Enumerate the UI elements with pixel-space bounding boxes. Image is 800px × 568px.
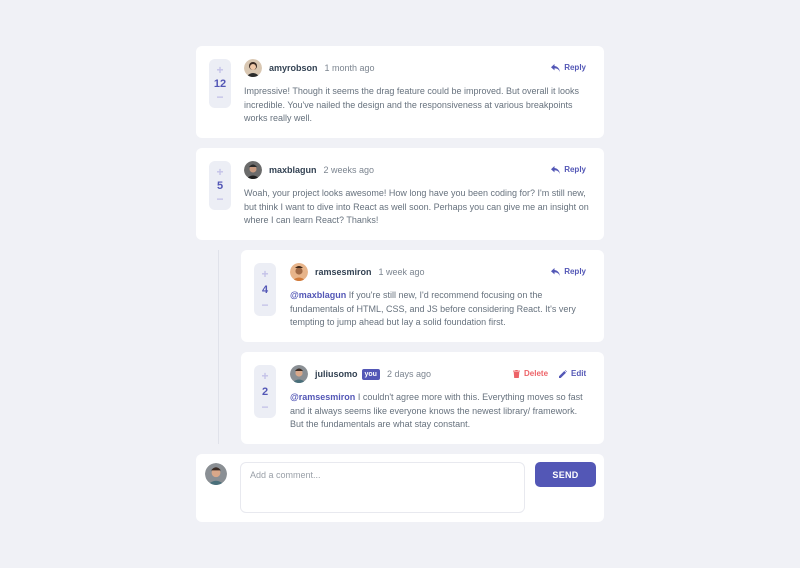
username[interactable]: juliusomo bbox=[315, 369, 358, 379]
reply-button[interactable]: Reply bbox=[551, 267, 586, 276]
reply-label: Reply bbox=[564, 63, 586, 72]
reply-card: + 4 − ramsesmiron 1 week ago Reply @maxb… bbox=[241, 250, 604, 342]
timestamp: 1 month ago bbox=[324, 63, 375, 73]
username[interactable]: maxblagun bbox=[269, 165, 317, 175]
vote-score: 12 bbox=[213, 77, 227, 90]
vote-score: 2 bbox=[261, 385, 269, 398]
comment-content: Impressive! Though it seems the drag fea… bbox=[244, 86, 580, 123]
delete-button[interactable]: Delete bbox=[513, 369, 548, 378]
vote-control: + 4 − bbox=[254, 263, 276, 316]
trash-icon bbox=[513, 369, 520, 378]
comment-text: @ramsesmiron I couldn't agree more with … bbox=[290, 391, 590, 432]
reply-label: Reply bbox=[564, 165, 586, 174]
upvote-button[interactable]: + bbox=[216, 166, 223, 178]
current-user-avatar bbox=[205, 463, 227, 485]
avatar bbox=[244, 161, 262, 179]
reply-button[interactable]: Reply bbox=[551, 63, 586, 72]
comment-card: + 5 − maxblagun 2 weeks ago Reply Woah, … bbox=[196, 148, 604, 240]
vote-control: + 12 − bbox=[209, 59, 231, 108]
mention-link[interactable]: @ramsesmiron bbox=[290, 392, 355, 402]
reply-label: Reply bbox=[564, 267, 586, 276]
reply-button[interactable]: Reply bbox=[551, 165, 586, 174]
mention-link[interactable]: @maxblagun bbox=[290, 290, 346, 300]
reply-icon bbox=[551, 267, 561, 276]
vote-control: + 2 − bbox=[254, 365, 276, 418]
downvote-button[interactable]: − bbox=[216, 91, 223, 103]
comment-header: amyrobson 1 month ago bbox=[244, 59, 375, 77]
vote-control: + 5 − bbox=[209, 161, 231, 210]
avatar bbox=[290, 263, 308, 281]
downvote-button[interactable]: − bbox=[261, 299, 268, 311]
vote-score: 4 bbox=[261, 283, 269, 296]
reply-card: + 2 − juliusomo you 2 days ago Delete Ed… bbox=[241, 352, 604, 444]
comment-text: Impressive! Though it seems the drag fea… bbox=[244, 85, 592, 126]
timestamp: 2 weeks ago bbox=[323, 165, 375, 175]
you-badge: you bbox=[361, 368, 380, 380]
username[interactable]: ramsesmiron bbox=[315, 267, 372, 277]
comment-header: juliusomo you 2 days ago bbox=[290, 365, 431, 383]
comment-text: Woah, your project looks awesome! How lo… bbox=[244, 187, 592, 228]
upvote-button[interactable]: + bbox=[216, 64, 223, 76]
comment-content: Woah, your project looks awesome! How lo… bbox=[244, 188, 589, 225]
send-button[interactable]: SEND bbox=[535, 462, 596, 487]
timestamp: 1 week ago bbox=[378, 267, 425, 277]
comment-header: maxblagun 2 weeks ago bbox=[244, 161, 374, 179]
vote-score: 5 bbox=[216, 179, 224, 192]
downvote-button[interactable]: − bbox=[261, 401, 268, 413]
avatar bbox=[244, 59, 262, 77]
pencil-icon bbox=[559, 369, 567, 378]
edit-button[interactable]: Edit bbox=[559, 369, 586, 378]
timestamp: 2 days ago bbox=[386, 369, 431, 379]
downvote-button[interactable]: − bbox=[216, 193, 223, 205]
edit-label: Edit bbox=[571, 369, 587, 378]
comment-header: ramsesmiron 1 week ago bbox=[290, 263, 425, 281]
reply-icon bbox=[551, 63, 561, 72]
reply-icon bbox=[551, 165, 561, 174]
reply-thread-line bbox=[218, 250, 219, 444]
avatar bbox=[290, 365, 308, 383]
comment-card: + 12 − amyrobson 1 month ago Reply Impre… bbox=[196, 46, 604, 138]
upvote-button[interactable]: + bbox=[261, 268, 268, 280]
delete-label: Delete bbox=[524, 369, 549, 378]
comment-text: @maxblagun If you're still new, I'd reco… bbox=[290, 289, 590, 330]
username[interactable]: amyrobson bbox=[269, 63, 318, 73]
comment-input[interactable] bbox=[240, 462, 525, 513]
upvote-button[interactable]: + bbox=[261, 370, 268, 382]
